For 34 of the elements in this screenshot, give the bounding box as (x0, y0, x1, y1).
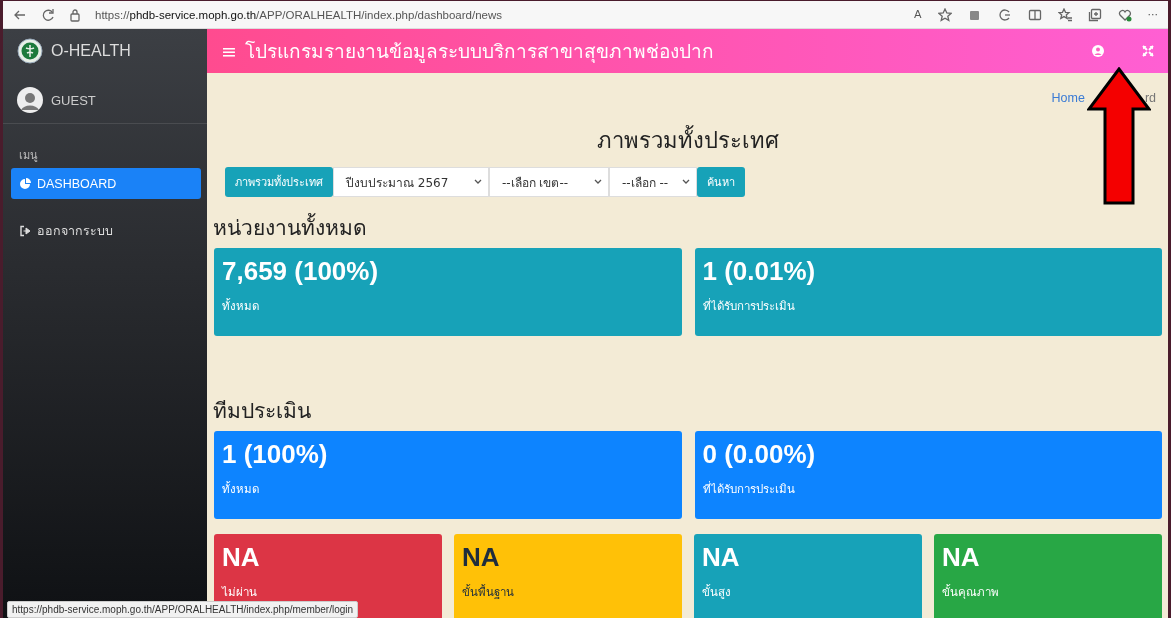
sidebar-item[interactable]: DASHBOARD (11, 168, 201, 199)
section-title: หน่วยงานทั้งหมด (213, 211, 1162, 244)
section-title: ทีมประเมิน (213, 398, 312, 425)
stat-value: 1 (0.01%) (702, 256, 816, 287)
more-button[interactable]: ··· (1147, 8, 1158, 21)
stat-value: NA (462, 542, 500, 573)
filter-select[interactable]: ปีงบประมาณ 2567 (333, 167, 489, 197)
menu-heading: เมนู (18, 148, 39, 164)
stat-value: NA (942, 542, 980, 573)
breadcrumb-link[interactable]: Home (1051, 91, 1085, 105)
breadcrumb-current: rd (1144, 91, 1156, 105)
filter-select[interactable]: --เลือก -- (609, 167, 697, 197)
stat-label: ไม่ผ่าน (222, 585, 257, 600)
status-url: https://phdb-service.moph.go.th/APP/ORALHEALTH/index.php/member/login (7, 601, 359, 618)
stat-label: ทั้งหมด (222, 480, 259, 497)
stat-value: 7,659 (100%) (222, 256, 379, 287)
stat-label: ทั้งหมด (222, 297, 259, 314)
stat-label: ที่ได้รับการประเมิน (702, 297, 795, 314)
sidebar-item[interactable]: ออกจากระบบ (11, 215, 201, 246)
page-title: ภาพรวมทั้งประเทศ (213, 123, 1162, 158)
read-aloud-button[interactable]: A (913, 8, 922, 21)
filter-select[interactable]: --เลือก เขต-- (489, 167, 609, 197)
stat-value: 1 (100%) (222, 439, 328, 470)
stat-value: NA (222, 542, 260, 573)
stat-value: NA (702, 542, 740, 573)
stat-label: ขั้นพื้นฐาน (462, 583, 514, 601)
user-name: GUEST (51, 92, 96, 108)
stat-label: ขั้นสูง (702, 583, 731, 601)
address-bar[interactable]: https://phdb-service.moph.go.th/APP/ORALHEALTH/index.php/dashboard/news (95, 8, 900, 21)
stat-label: ขั้นคุณภาพ (942, 583, 999, 601)
stat-value: 0 (0.00%) (702, 439, 816, 470)
brand-name: O-HEALTH (51, 42, 131, 60)
stat-label: ที่ได้รับการประเมิน (702, 480, 795, 497)
app-title: โปรแกรมรายงานข้อมูลระบบบริการสาขาสุขภาพช่องปาก (244, 39, 715, 65)
